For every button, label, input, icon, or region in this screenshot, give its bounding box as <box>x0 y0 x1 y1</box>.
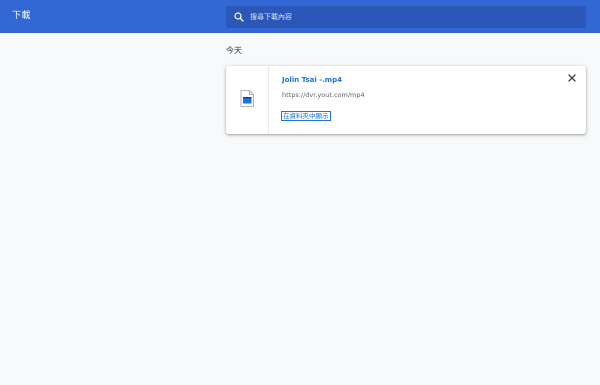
download-item-card: Jolin Tsai -.mp4 https://dvr.yout.com/mp… <box>226 66 586 134</box>
video-file-icon <box>240 90 254 107</box>
show-in-folder-button[interactable]: 在資料夾中顯示 <box>281 111 331 121</box>
close-icon[interactable] <box>566 72 578 84</box>
download-file-name-link[interactable]: Jolin Tsai -.mp4 <box>282 75 342 85</box>
page-title: 下載 <box>12 11 32 21</box>
top-toolbar: 下載 <box>0 0 600 33</box>
date-section-heading: 今天 <box>226 46 242 55</box>
download-source-url: https://dvr.yout.com/mp4 <box>282 91 365 99</box>
search-icon[interactable] <box>233 11 245 23</box>
file-icon-column <box>226 66 269 134</box>
search-input[interactable] <box>250 6 580 28</box>
search-box[interactable] <box>226 6 586 28</box>
